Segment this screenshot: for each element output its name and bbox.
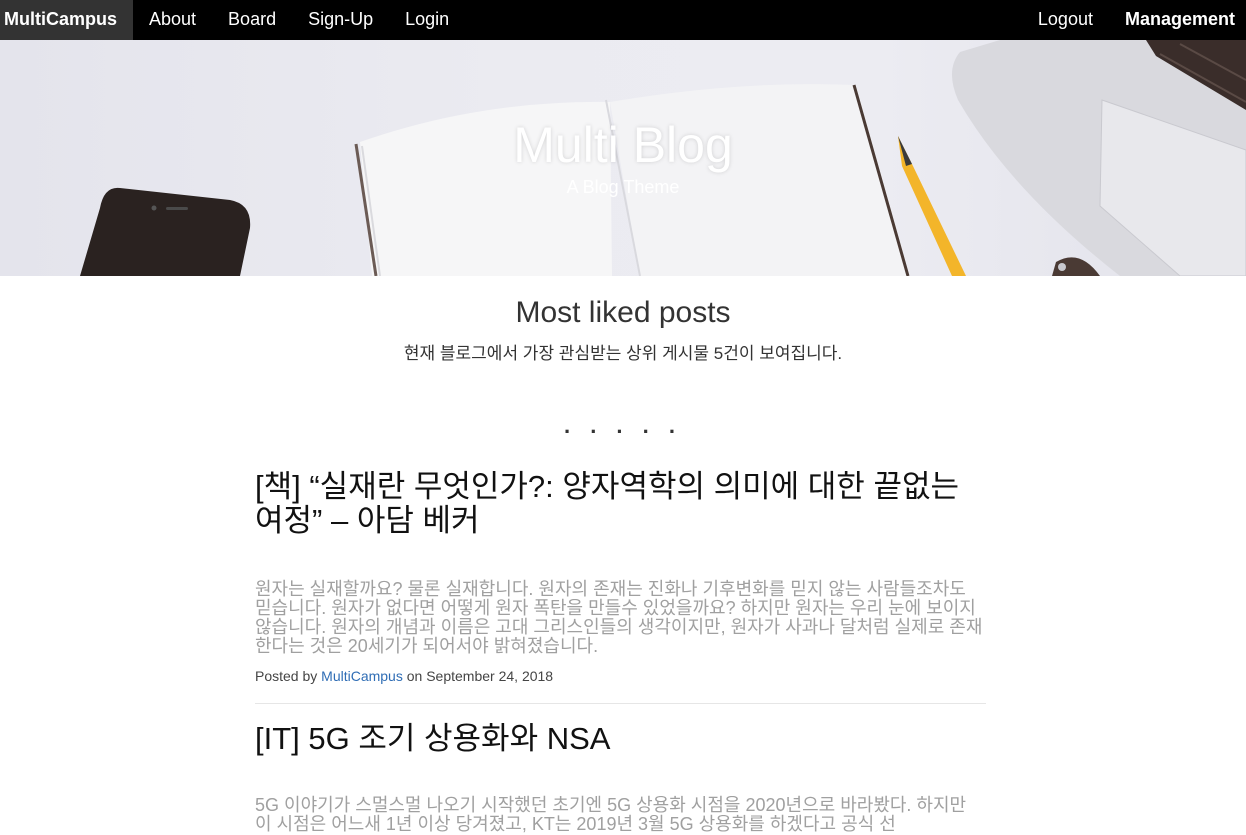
nav-signup-link[interactable]: Sign-Up (292, 0, 389, 40)
nav-logout-link[interactable]: Logout (1017, 0, 1104, 40)
post-title-link[interactable]: [IT] 5G 조기 상용화와 NSA (255, 722, 986, 756)
post-divider (255, 703, 986, 704)
post-meta: Posted by MultiCampus on September 24, 2… (255, 668, 986, 684)
brand-link[interactable]: MultiCampus (0, 0, 133, 40)
section-title: Most liked posts (515, 296, 731, 329)
post-excerpt: 원자는 실재할까요? 물론 실재합니다. 원자의 존재는 진화나 기후변화를 믿… (255, 579, 983, 656)
post-title-link[interactable]: [책] “실재란 무엇인가?: 양자역학의 의미에 대한 끝없는 여정” – 아… (255, 470, 986, 538)
nav-management-link[interactable]: Management (1104, 0, 1246, 40)
post-author-link[interactable]: MultiCampus (321, 668, 403, 684)
post-item: [책] “실재란 무엇인가?: 양자역학의 의미에 대한 끝없는 여정” – 아… (255, 470, 986, 685)
section-separator: . . . . . (563, 413, 682, 438)
nav-about-link[interactable]: About (133, 0, 212, 40)
post-item: [IT] 5G 조기 상용화와 NSA 5G 이야기가 스멀스멀 나오기 시작했… (255, 722, 986, 834)
nav-login-link[interactable]: Login (389, 0, 465, 40)
hero-banner: Multi Blog A Blog Theme (0, 40, 1246, 276)
hero-title: Multi Blog (513, 117, 733, 173)
post-excerpt: 5G 이야기가 스멀스멀 나오기 시작했던 초기엔 5G 상용화 시점을 202… (255, 795, 967, 834)
nav-left-menu: About Board Sign-Up Login (133, 0, 465, 40)
nav-board-link[interactable]: Board (212, 0, 292, 40)
post-date: September 24, 2018 (426, 668, 554, 684)
nav-right-menu: Logout Management (1017, 0, 1246, 40)
hero-subtitle: A Blog Theme (566, 177, 680, 197)
post-meta-prefix: Posted by (255, 668, 318, 684)
section-description: 현재 블로그에서 가장 관심받는 상위 게시물 5건이 보여집니다. (403, 344, 843, 363)
gadget-image (1052, 257, 1100, 276)
phone-image (80, 187, 251, 276)
top-navbar: MultiCampus About Board Sign-Up Login Lo… (0, 0, 1246, 46)
post-meta-on: on (406, 668, 423, 684)
